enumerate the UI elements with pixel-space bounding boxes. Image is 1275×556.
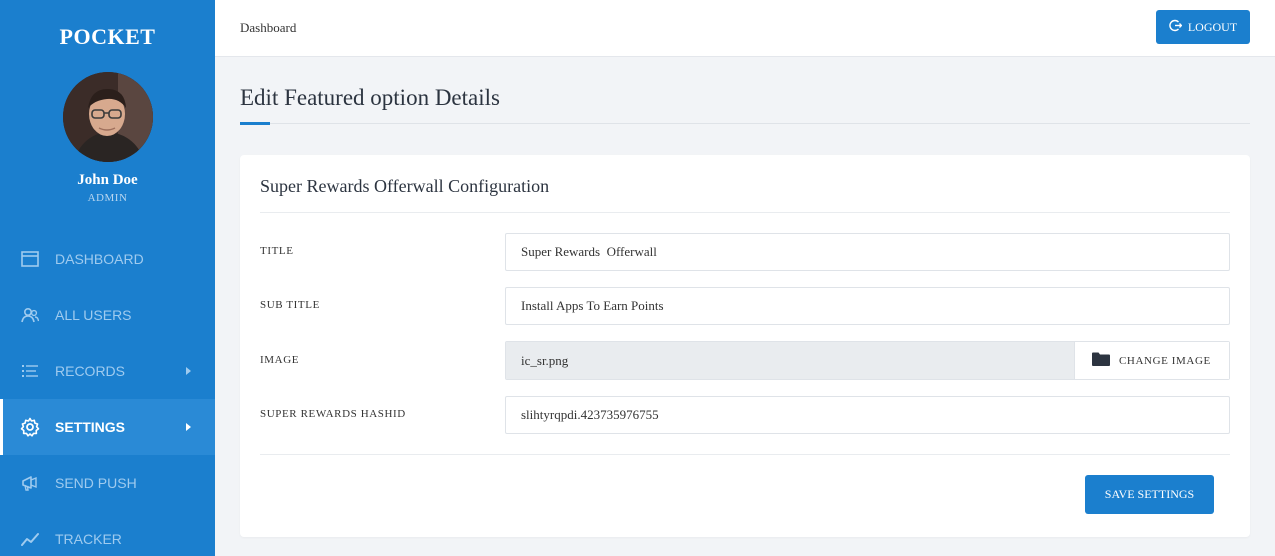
image-file-picker: ic_sr.png CHANGE IMAGE bbox=[505, 341, 1230, 380]
brand-logo: POCKET bbox=[59, 24, 156, 49]
sidebar-nav: DASHBOARD ALL USERS RECORDS SETTINGS SEN… bbox=[0, 231, 215, 556]
sidebar-item-all-users[interactable]: ALL USERS bbox=[0, 287, 215, 343]
title-input[interactable] bbox=[505, 233, 1230, 271]
sidebar-item-label: RECORDS bbox=[55, 363, 126, 379]
gear-icon bbox=[20, 417, 40, 437]
image-label: IMAGE bbox=[260, 354, 300, 366]
card-title: Super Rewards Offerwall Configuration bbox=[260, 176, 550, 196]
user-role: ADMIN bbox=[87, 192, 128, 204]
folder-icon bbox=[1092, 352, 1110, 369]
logout-icon bbox=[1169, 19, 1183, 36]
save-settings-button[interactable]: SAVE SETTINGS bbox=[1085, 475, 1214, 514]
megaphone-icon bbox=[20, 473, 40, 493]
image-filename: ic_sr.png bbox=[506, 342, 1074, 379]
sidebar-item-tracker[interactable]: TRACKER bbox=[0, 511, 215, 556]
sidebar: POCKET John Doe ADMIN DASHBOARD ALL USER bbox=[0, 0, 215, 556]
sidebar-item-dashboard[interactable]: DASHBOARD bbox=[0, 231, 215, 287]
change-image-button[interactable]: CHANGE IMAGE bbox=[1074, 342, 1229, 379]
logout-button[interactable]: LOGOUT bbox=[1156, 10, 1250, 44]
sidebar-item-label: SEND PUSH bbox=[55, 475, 137, 491]
trend-line-icon bbox=[20, 529, 40, 549]
sidebar-item-label: TRACKER bbox=[55, 531, 122, 547]
hashid-label: SUPER REWARDS HASHID bbox=[260, 408, 406, 420]
chevron-right-icon bbox=[186, 423, 191, 431]
sidebar-item-label: SETTINGS bbox=[55, 419, 126, 435]
sidebar-item-settings[interactable]: SETTINGS bbox=[0, 399, 215, 455]
sidebar-item-records[interactable]: RECORDS bbox=[0, 343, 215, 399]
sidebar-item-label: ALL USERS bbox=[55, 307, 132, 323]
title-accent-bar bbox=[240, 122, 270, 125]
logout-label: LOGOUT bbox=[1187, 19, 1238, 34]
chevron-right-icon bbox=[186, 367, 191, 375]
subtitle-label: SUB TITLE bbox=[260, 299, 320, 311]
subtitle-input[interactable] bbox=[505, 287, 1230, 325]
sidebar-item-label: DASHBOARD bbox=[55, 251, 144, 267]
avatar bbox=[62, 72, 153, 162]
change-image-label: CHANGE IMAGE bbox=[1119, 354, 1211, 367]
page-title: Edit Featured option Details bbox=[240, 85, 500, 110]
top-bar: Dashboard LOGOUT bbox=[215, 0, 1275, 57]
title-divider bbox=[240, 123, 1250, 124]
breadcrumb[interactable]: Dashboard bbox=[240, 20, 296, 36]
sidebar-item-send-push[interactable]: SEND PUSH bbox=[0, 455, 215, 511]
title-label: TITLE bbox=[260, 245, 294, 257]
card-divider bbox=[260, 212, 1230, 213]
card-footer-divider bbox=[260, 454, 1230, 455]
settings-card: Super Rewards Offerwall Configuration TI… bbox=[240, 155, 1250, 537]
browser-window-icon bbox=[20, 249, 40, 269]
hashid-input[interactable] bbox=[505, 396, 1230, 434]
user-name: John Doe bbox=[77, 172, 138, 188]
list-icon bbox=[20, 361, 40, 381]
users-icon bbox=[20, 305, 40, 325]
